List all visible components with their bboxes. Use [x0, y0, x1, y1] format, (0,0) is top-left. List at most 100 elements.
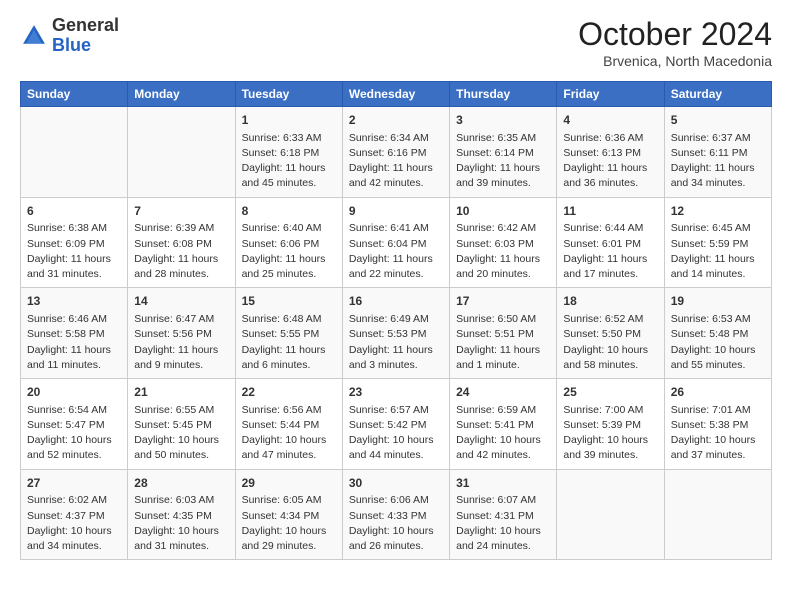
day-number: 31 — [456, 475, 550, 492]
calendar-cell: 22Sunrise: 6:56 AMSunset: 5:44 PMDayligh… — [235, 379, 342, 470]
day-number: 20 — [27, 384, 121, 401]
day-info: Sunrise: 6:02 AMSunset: 4:37 PMDaylight:… — [27, 493, 121, 554]
day-info: Sunrise: 7:01 AMSunset: 5:38 PMDaylight:… — [671, 403, 765, 464]
day-number: 25 — [563, 384, 657, 401]
calendar-cell: 20 Sunrise: 6:54 AMSunset: 5:47 PMDayligh… — [21, 379, 128, 470]
day-number: 18 — [563, 293, 657, 310]
day-info: Sunrise: 6:57 AMSunset: 5:42 PMDaylight:… — [349, 403, 443, 464]
day-number: 28 — [134, 475, 228, 492]
day-info: Sunrise: 6:56 AMSunset: 5:44 PMDaylight:… — [242, 403, 336, 464]
logo-icon — [20, 22, 48, 50]
day-number: 19 — [671, 293, 765, 310]
day-number: 11 — [563, 203, 657, 220]
weekday-header-tuesday: Tuesday — [235, 82, 342, 107]
calendar-cell: 5 Sunrise: 6:37 AMSunset: 6:11 PMDaylight… — [664, 107, 771, 198]
calendar-body: 1 Sunrise: 6:33 AMSunset: 6:18 PMDaylight… — [21, 107, 772, 560]
title-area: October 2024 Brvenica, North Macedonia — [578, 16, 772, 69]
logo-general: General — [52, 15, 119, 35]
calendar-cell: 31Sunrise: 6:07 AMSunset: 4:31 PMDayligh… — [450, 469, 557, 560]
day-info: Sunrise: 7:00 AMSunset: 5:39 PMDaylight:… — [563, 403, 657, 464]
day-number: 15 — [242, 293, 336, 310]
calendar-cell — [664, 469, 771, 560]
header-row: SundayMondayTuesdayWednesdayThursdayFrid… — [21, 82, 772, 107]
day-info: Sunrise: 6:41 AMSunset: 6:04 PMDaylight:… — [349, 221, 443, 282]
day-number: 26 — [671, 384, 765, 401]
day-info: Sunrise: 6:38 AMSunset: 6:09 PMDaylight:… — [27, 221, 121, 282]
calendar-week-row: 1 Sunrise: 6:33 AMSunset: 6:18 PMDaylight… — [21, 107, 772, 198]
day-number: 24 — [456, 384, 550, 401]
day-info: Sunrise: 6:33 AMSunset: 6:18 PMDaylight:… — [242, 131, 336, 192]
day-info: Sunrise: 6:07 AMSunset: 4:31 PMDaylight:… — [456, 493, 550, 554]
day-info: Sunrise: 6:37 AMSunset: 6:11 PMDaylight:… — [671, 131, 765, 192]
day-info: Sunrise: 6:54 AMSunset: 5:47 PMDaylight:… — [27, 403, 121, 464]
day-info: Sunrise: 6:39 AMSunset: 6:08 PMDaylight:… — [134, 221, 228, 282]
day-info: Sunrise: 6:45 AMSunset: 5:59 PMDaylight:… — [671, 221, 765, 282]
day-info: Sunrise: 6:03 AMSunset: 4:35 PMDaylight:… — [134, 493, 228, 554]
calendar-cell: 28Sunrise: 6:03 AMSunset: 4:35 PMDayligh… — [128, 469, 235, 560]
calendar-cell: 9Sunrise: 6:41 AMSunset: 6:04 PMDaylight… — [342, 197, 449, 288]
day-info: Sunrise: 6:59 AMSunset: 5:41 PMDaylight:… — [456, 403, 550, 464]
day-number: 12 — [671, 203, 765, 220]
day-number: 10 — [456, 203, 550, 220]
calendar-cell: 25 Sunrise: 7:00 AMSunset: 5:39 PMDayligh… — [557, 379, 664, 470]
weekday-header-sunday: Sunday — [21, 82, 128, 107]
calendar-cell: 12Sunrise: 6:45 AMSunset: 5:59 PMDayligh… — [664, 197, 771, 288]
calendar-header: SundayMondayTuesdayWednesdayThursdayFrid… — [21, 82, 772, 107]
month-title: October 2024 — [578, 16, 772, 53]
day-info: Sunrise: 6:50 AMSunset: 5:51 PMDaylight:… — [456, 312, 550, 373]
day-info: Sunrise: 6:40 AMSunset: 6:06 PMDaylight:… — [242, 221, 336, 282]
day-number: 13 — [27, 293, 121, 310]
weekday-header-thursday: Thursday — [450, 82, 557, 107]
calendar-cell: 26 Sunrise: 7:01 AMSunset: 5:38 PMDayligh… — [664, 379, 771, 470]
calendar-cell — [557, 469, 664, 560]
logo: General Blue — [20, 16, 119, 56]
calendar-cell: 13Sunrise: 6:46 AMSunset: 5:58 PMDayligh… — [21, 288, 128, 379]
calendar-cell: 27Sunrise: 6:02 AMSunset: 4:37 PMDayligh… — [21, 469, 128, 560]
day-number: 1 — [242, 112, 336, 129]
calendar-cell: 4Sunrise: 6:36 AMSunset: 6:13 PMDaylight… — [557, 107, 664, 198]
calendar-cell: 23 Sunrise: 6:57 AMSunset: 5:42 PMDayligh… — [342, 379, 449, 470]
logo-text: General Blue — [52, 16, 119, 56]
day-info: Sunrise: 6:55 AMSunset: 5:45 PMDaylight:… — [134, 403, 228, 464]
calendar-cell: 21 Sunrise: 6:55 AMSunset: 5:45 PMDayligh… — [128, 379, 235, 470]
logo-blue: Blue — [52, 35, 91, 55]
day-number: 30 — [349, 475, 443, 492]
calendar-cell: 8Sunrise: 6:40 AMSunset: 6:06 PMDaylight… — [235, 197, 342, 288]
header: General Blue October 2024 Brvenica, Nort… — [20, 16, 772, 69]
calendar-week-row: 27Sunrise: 6:02 AMSunset: 4:37 PMDayligh… — [21, 469, 772, 560]
day-number: 27 — [27, 475, 121, 492]
day-number: 9 — [349, 203, 443, 220]
calendar-cell: 17Sunrise: 6:50 AMSunset: 5:51 PMDayligh… — [450, 288, 557, 379]
day-number: 5 — [671, 112, 765, 129]
day-info: Sunrise: 6:34 AMSunset: 6:16 PMDaylight:… — [349, 131, 443, 192]
page: General Blue October 2024 Brvenica, Nort… — [0, 0, 792, 612]
calendar-cell: 30Sunrise: 6:06 AMSunset: 4:33 PMDayligh… — [342, 469, 449, 560]
day-info: Sunrise: 6:42 AMSunset: 6:03 PMDaylight:… — [456, 221, 550, 282]
location-subtitle: Brvenica, North Macedonia — [578, 53, 772, 69]
calendar-cell: 19Sunrise: 6:53 AMSunset: 5:48 PMDayligh… — [664, 288, 771, 379]
day-info: Sunrise: 6:47 AMSunset: 5:56 PMDaylight:… — [134, 312, 228, 373]
calendar-cell: 24 Sunrise: 6:59 AMSunset: 5:41 PMDayligh… — [450, 379, 557, 470]
day-info: Sunrise: 6:44 AMSunset: 6:01 PMDaylight:… — [563, 221, 657, 282]
calendar-cell: 16Sunrise: 6:49 AMSunset: 5:53 PMDayligh… — [342, 288, 449, 379]
day-number: 23 — [349, 384, 443, 401]
day-number: 7 — [134, 203, 228, 220]
day-number: 2 — [349, 112, 443, 129]
calendar-cell: 11Sunrise: 6:44 AMSunset: 6:01 PMDayligh… — [557, 197, 664, 288]
calendar-week-row: 20 Sunrise: 6:54 AMSunset: 5:47 PMDayligh… — [21, 379, 772, 470]
calendar-week-row: 13Sunrise: 6:46 AMSunset: 5:58 PMDayligh… — [21, 288, 772, 379]
calendar-cell: 18Sunrise: 6:52 AMSunset: 5:50 PMDayligh… — [557, 288, 664, 379]
day-info: Sunrise: 6:05 AMSunset: 4:34 PMDaylight:… — [242, 493, 336, 554]
day-number: 4 — [563, 112, 657, 129]
day-number: 29 — [242, 475, 336, 492]
calendar-cell: 7Sunrise: 6:39 AMSunset: 6:08 PMDaylight… — [128, 197, 235, 288]
day-number: 16 — [349, 293, 443, 310]
calendar-cell: 3Sunrise: 6:35 AMSunset: 6:14 PMDaylight… — [450, 107, 557, 198]
day-info: Sunrise: 6:06 AMSunset: 4:33 PMDaylight:… — [349, 493, 443, 554]
day-number: 8 — [242, 203, 336, 220]
day-info: Sunrise: 6:35 AMSunset: 6:14 PMDaylight:… — [456, 131, 550, 192]
calendar-cell: 29Sunrise: 6:05 AMSunset: 4:34 PMDayligh… — [235, 469, 342, 560]
day-number: 6 — [27, 203, 121, 220]
calendar-cell: 15Sunrise: 6:48 AMSunset: 5:55 PMDayligh… — [235, 288, 342, 379]
day-number: 21 — [134, 384, 228, 401]
